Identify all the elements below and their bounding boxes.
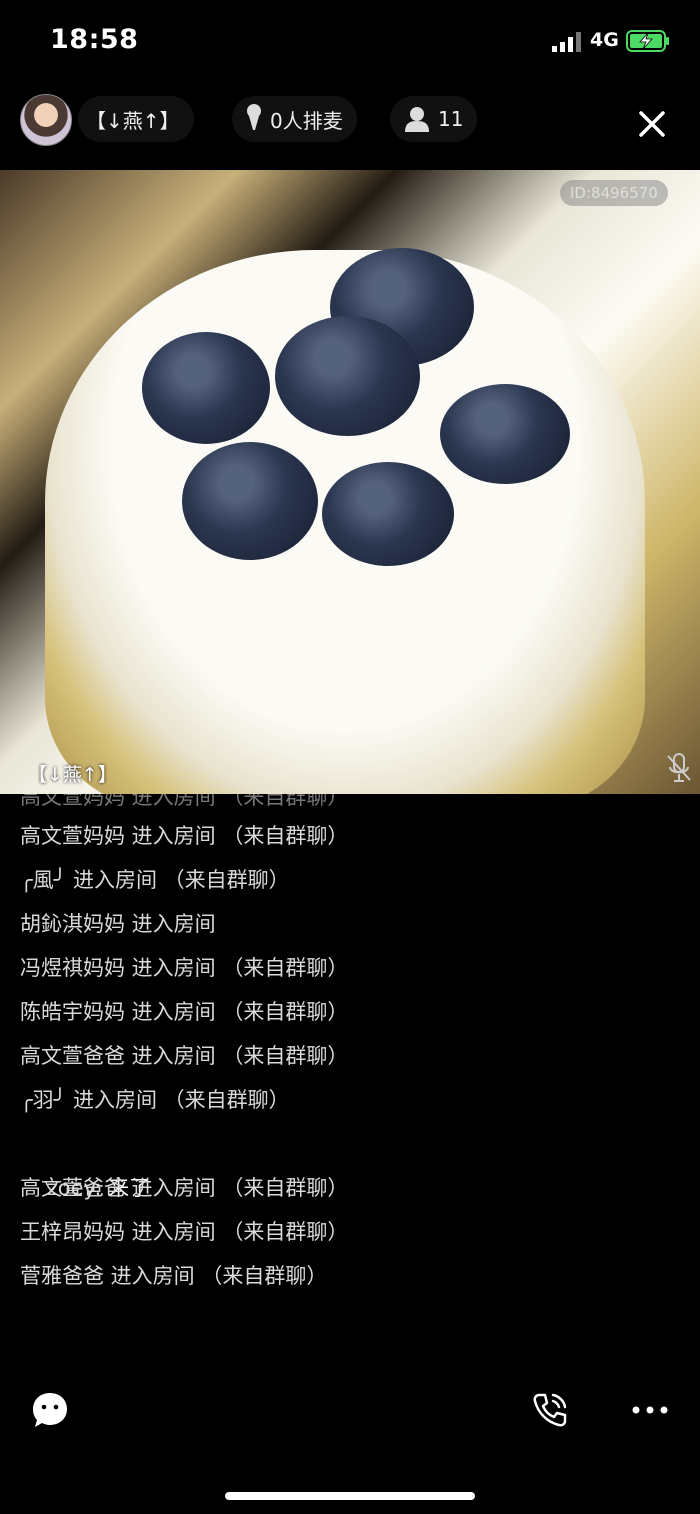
viewer-count: 11 bbox=[438, 107, 464, 131]
video-frame-berry bbox=[440, 384, 570, 484]
viewer-count-button[interactable]: 11 bbox=[390, 96, 478, 142]
host-label: 【↓燕↑】 bbox=[28, 764, 117, 786]
chat-bubble-icon[interactable] bbox=[30, 1390, 70, 1430]
mic-queue-button[interactable]: 0人排麦 bbox=[232, 96, 357, 142]
network-type: 4G bbox=[590, 29, 619, 51]
chat-line: 王梓昂妈妈 进入房间 （来自群聊） bbox=[20, 1220, 349, 1244]
chat-line: ╭羽╯ 进入房间 （来自群聊） bbox=[20, 1088, 290, 1112]
bottom-toolbar bbox=[0, 1380, 700, 1440]
chat-line: ╭風╯ 进入房间 （来自群聊） bbox=[20, 868, 290, 892]
home-indicator[interactable] bbox=[225, 1492, 475, 1500]
chat-line: 胡鈊淇妈妈 进入房间 bbox=[20, 912, 216, 936]
close-icon[interactable] bbox=[628, 100, 676, 148]
mic-muted-icon bbox=[667, 753, 691, 782]
phone-call-icon[interactable] bbox=[530, 1390, 570, 1430]
microphone-icon bbox=[247, 104, 261, 130]
chat-line: 菅雅爸爸 进入房间 （来自群聊） bbox=[20, 1264, 328, 1288]
host-avatar[interactable] bbox=[20, 94, 72, 146]
room-header: 【↓燕↑】 0人排麦 11 bbox=[0, 84, 700, 170]
battery-charging-icon bbox=[626, 30, 669, 52]
room-id-badge: ID:8496570 bbox=[560, 180, 668, 206]
mic-queue-label: 0人排麦 bbox=[270, 108, 343, 133]
chat-line: 陈皓宇妈妈 进入房间 （来自群聊） bbox=[20, 1000, 349, 1024]
video-frame-berry bbox=[275, 316, 420, 436]
signal-icon bbox=[552, 32, 581, 52]
chat-line: 高文萱妈妈 进入房间 （来自群聊） bbox=[20, 824, 349, 848]
chat-line: 冯煜祺妈妈 进入房间 （来自群聊） bbox=[20, 956, 349, 980]
video-frame-berry bbox=[322, 462, 454, 566]
chat-line: 高文萱爸爸 进入房间 （来自群聊） bbox=[20, 1176, 349, 1200]
status-time: 18:58 bbox=[50, 24, 139, 55]
live-video[interactable]: ID:8496570 【↓燕↑】 bbox=[0, 170, 700, 794]
chat-feed[interactable]: 高文萱妈妈 进入房间 （来自群聊） 高文萱妈妈 进入房间 （来自群聊） ╭風╯ … bbox=[20, 794, 680, 1334]
video-frame-berry bbox=[142, 332, 270, 444]
room-title[interactable]: 【↓燕↑】 bbox=[78, 96, 194, 142]
chat-message: zoey: 来了 bbox=[20, 1122, 680, 1200]
status-bar: 18:58 4G bbox=[0, 0, 700, 84]
user-icon bbox=[405, 107, 429, 132]
chat-line: 高文萱爸爸 进入房间 （来自群聊） bbox=[20, 1044, 349, 1068]
more-icon[interactable] bbox=[630, 1390, 670, 1430]
video-frame-berry bbox=[182, 442, 318, 560]
chat-line: 高文萱妈妈 进入房间 （来自群聊） bbox=[20, 794, 349, 809]
